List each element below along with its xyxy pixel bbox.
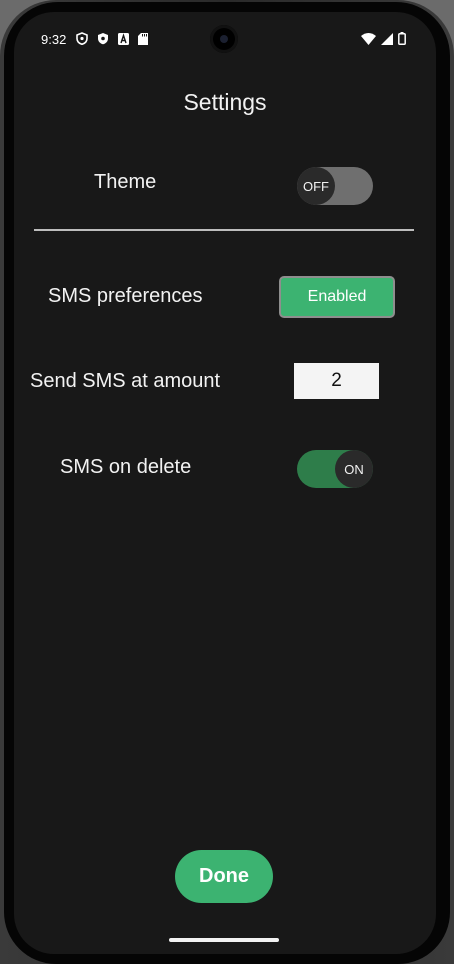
done-button[interactable]: Done — [175, 850, 273, 903]
divider — [34, 229, 414, 231]
status-time: 9:32 — [41, 32, 67, 47]
status-icons-left — [76, 32, 148, 45]
send-sms-amount-label: Send SMS at amount — [30, 370, 221, 392]
theme-toggle[interactable]: OFF — [297, 167, 373, 205]
sms-preferences-label: SMS preferences — [48, 285, 203, 307]
app-screen: 9:32 Settings Theme OFF SMS preferences … — [14, 12, 436, 954]
theme-toggle-knob: OFF — [297, 167, 335, 205]
page-title: Settings — [183, 89, 267, 115]
shield-filled-icon — [97, 32, 109, 45]
sms-on-delete-toggle-knob: ON — [335, 450, 373, 488]
wifi-icon — [361, 32, 376, 45]
home-indicator[interactable] — [169, 938, 279, 942]
sms-on-delete-label: SMS on delete — [60, 456, 192, 478]
sms-preferences-button[interactable]: Enabled — [279, 276, 395, 318]
send-sms-amount-input[interactable] — [294, 363, 379, 399]
sd-card-icon — [138, 32, 148, 45]
sms-on-delete-toggle[interactable]: ON — [297, 450, 373, 488]
theme-label: Theme — [94, 171, 157, 193]
status-icons-right — [361, 32, 406, 45]
shield-icon — [76, 32, 88, 45]
front-camera — [210, 25, 238, 53]
signal-icon — [381, 32, 393, 45]
a-icon — [118, 32, 129, 45]
battery-icon — [398, 32, 406, 45]
